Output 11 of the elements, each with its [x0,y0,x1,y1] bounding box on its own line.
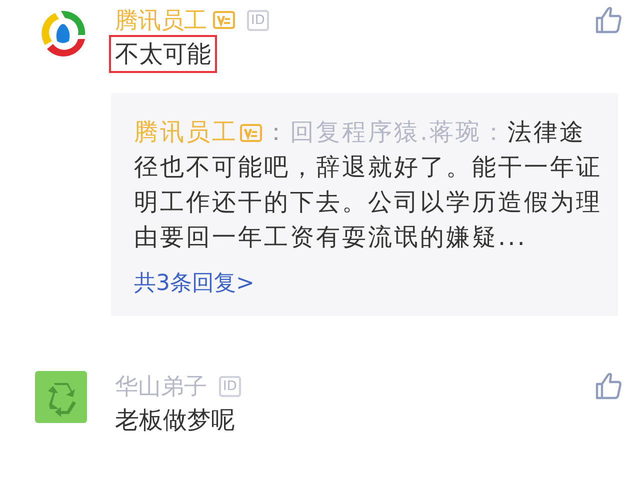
comment-text: 老板做梦呢 [114,405,236,436]
thumbs-up-icon[interactable] [594,6,622,34]
reply-text: 腾讯员工 ：回复程序猿.蒋琬：法律途径也不可能吧，辞退就好了。能干一年证明工作还干的下去。公司以学历造假为理由要回一年工资有耍流氓的嫌疑... [134,117,603,253]
id-badge: ID [247,10,269,30]
thumbs-up-icon[interactable] [594,372,622,400]
author-name[interactable]: 华山弟子 [115,370,207,402]
author-name[interactable]: 腾讯员工 [115,4,207,36]
more-replies-link[interactable]: 共3条回复> [134,268,254,298]
avatar-recycle-icon [35,371,87,423]
id-badge: ID [219,376,241,396]
comment-text: 不太可能 [109,35,217,73]
